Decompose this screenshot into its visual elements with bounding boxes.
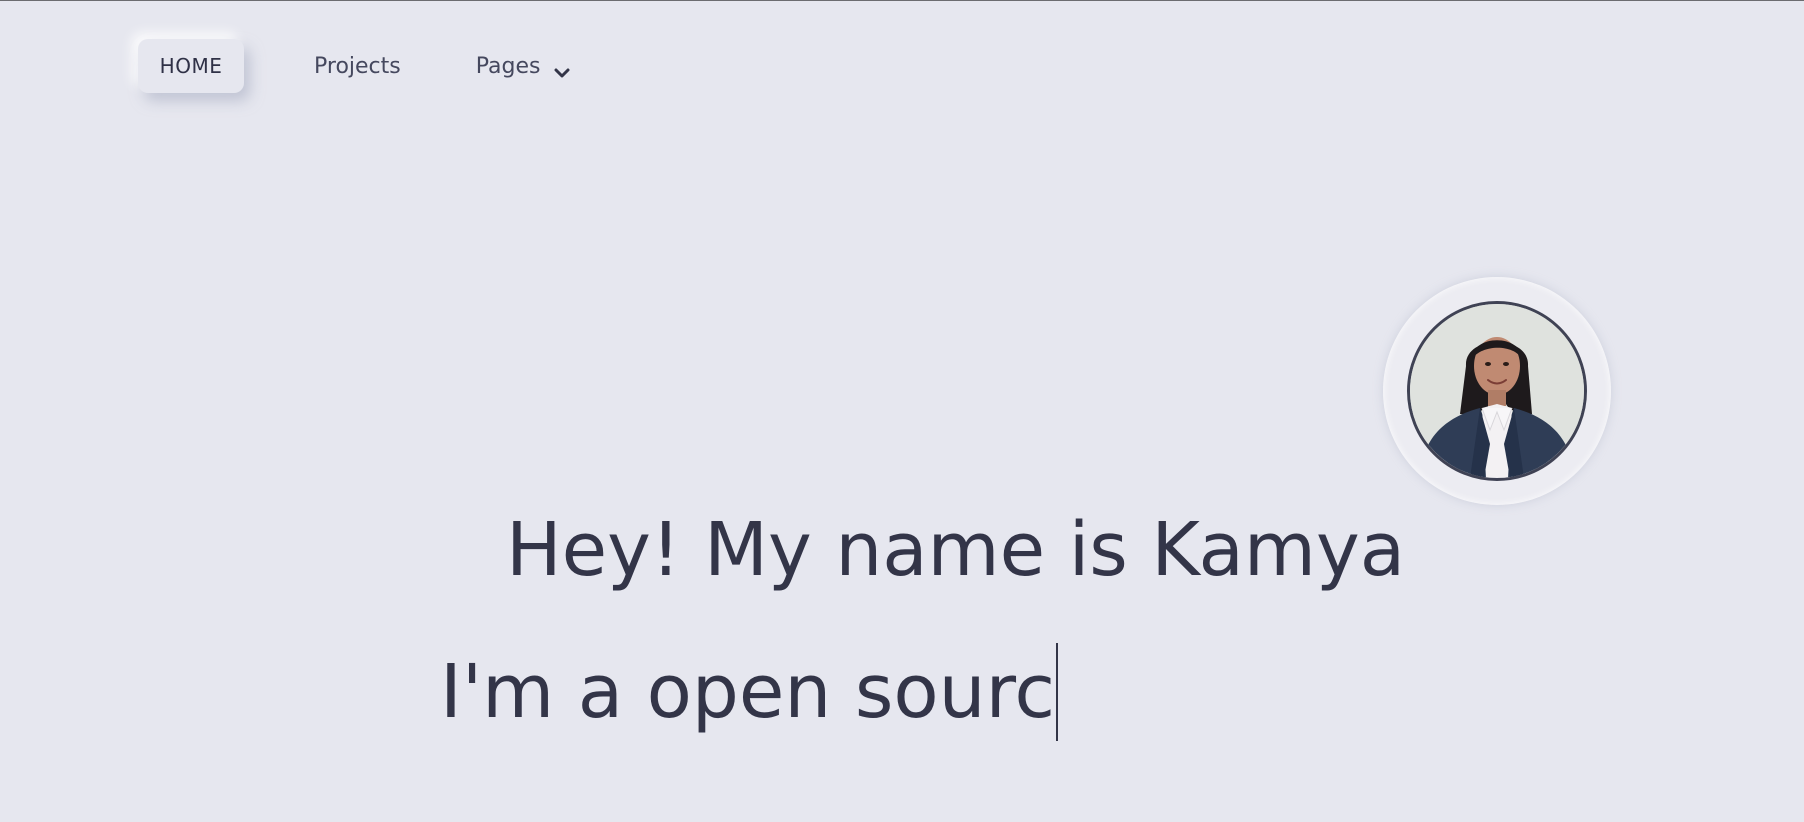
- nav-projects-label: Projects: [314, 53, 401, 79]
- avatar-frame: [1383, 277, 1611, 505]
- nav-home-button[interactable]: HOME: [138, 39, 244, 93]
- nav-home-label: HOME: [159, 54, 223, 78]
- chevron-down-icon: [554, 60, 570, 78]
- typed-text: I'm a open sourc: [440, 649, 1056, 735]
- nav-pages-dropdown[interactable]: Pages: [476, 54, 571, 79]
- nav-pages-label: Pages: [475, 53, 541, 79]
- typing-cursor: [1056, 643, 1059, 741]
- typed-subtitle: I'm a open sourc: [440, 643, 1059, 741]
- hero-title: Hey! My name is Kamya: [506, 507, 1406, 593]
- top-nav: HOME Projects Pages: [138, 39, 570, 93]
- nav-projects-link[interactable]: Projects: [314, 54, 401, 79]
- avatar: [1407, 301, 1587, 481]
